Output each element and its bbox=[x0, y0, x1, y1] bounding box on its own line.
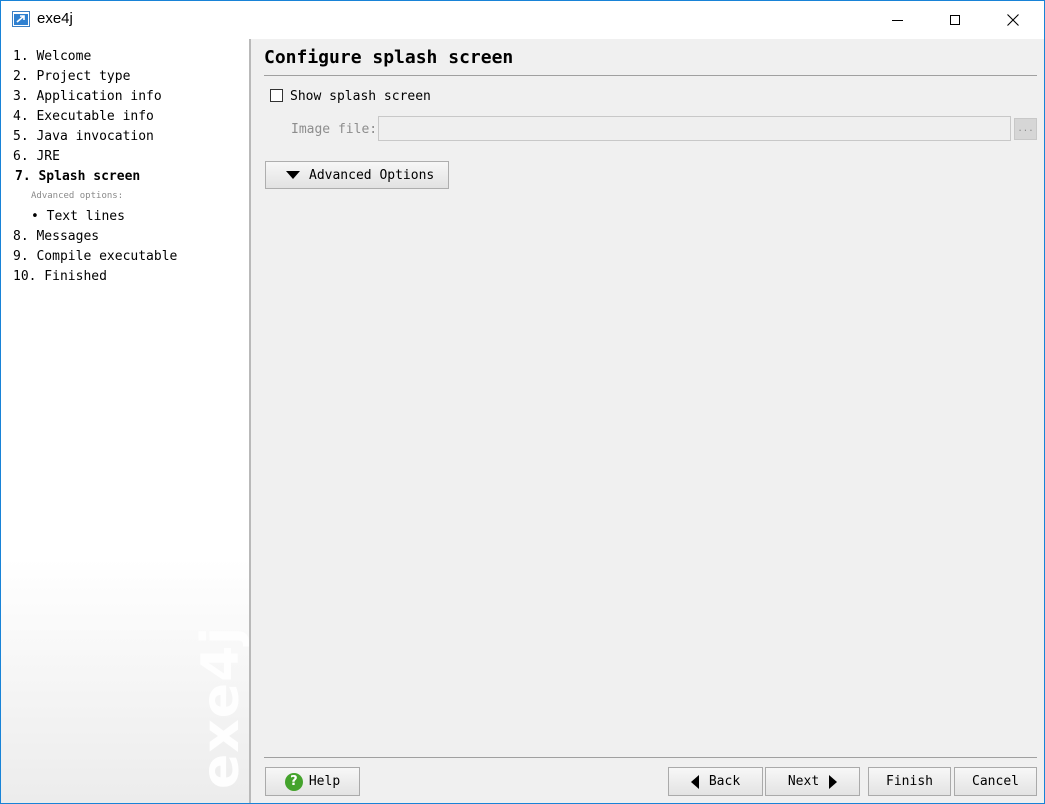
back-label: Back bbox=[708, 774, 741, 789]
question-mark-icon: ? bbox=[284, 772, 303, 791]
step-splash-screen[interactable]: 7. Splash screen bbox=[15, 169, 140, 185]
title-divider bbox=[264, 75, 1037, 76]
step-finished[interactable]: 10. Finished bbox=[13, 269, 107, 285]
maximize-button[interactable] bbox=[932, 1, 978, 39]
step-executable-info[interactable]: 4. Executable info bbox=[13, 109, 154, 125]
sub-step-text-lines[interactable]: • Text lines bbox=[31, 209, 125, 224]
advanced-options-label: Advanced Options bbox=[309, 167, 435, 183]
step-application-info[interactable]: 3. Application info bbox=[13, 89, 162, 105]
arrow-left-icon bbox=[690, 774, 699, 789]
exe4j-window: exe4j 1. Welcome 2. Project type 3. Appl… bbox=[0, 0, 1045, 804]
advanced-options-heading: Advanced options: bbox=[31, 191, 124, 201]
cancel-button[interactable]: Cancel bbox=[954, 767, 1037, 796]
help-button[interactable]: ? Help bbox=[265, 767, 360, 796]
wizard-steps-sidebar: 1. Welcome 2. Project type 3. Applicatio… bbox=[1, 39, 251, 803]
step-jre[interactable]: 6. JRE bbox=[13, 149, 60, 165]
main-panel: Configure splash screen Show splash scre… bbox=[251, 39, 1044, 803]
maximize-icon bbox=[950, 15, 960, 25]
help-label: Help bbox=[308, 774, 341, 789]
step-welcome[interactable]: 1. Welcome bbox=[13, 49, 91, 65]
arrow-right-icon bbox=[829, 774, 838, 789]
show-splash-checkbox[interactable] bbox=[270, 89, 283, 102]
page-title: Configure splash screen bbox=[264, 47, 514, 68]
finish-button[interactable]: Finish bbox=[868, 767, 951, 796]
close-icon bbox=[1007, 14, 1019, 26]
minimize-button[interactable] bbox=[874, 1, 920, 39]
footer-divider bbox=[264, 757, 1037, 758]
app-icon bbox=[12, 11, 30, 27]
show-splash-label[interactable]: Show splash screen bbox=[290, 89, 431, 104]
step-compile-executable[interactable]: 9. Compile executable bbox=[13, 249, 177, 265]
next-label: Next bbox=[787, 774, 820, 789]
step-messages[interactable]: 8. Messages bbox=[13, 229, 99, 245]
step-java-invocation[interactable]: 5. Java invocation bbox=[13, 129, 154, 145]
triangle-down-icon bbox=[286, 171, 300, 179]
title-bar: exe4j bbox=[1, 1, 1044, 39]
next-button[interactable]: Next bbox=[765, 767, 860, 796]
image-file-label: Image file: bbox=[291, 122, 378, 137]
minimize-icon bbox=[891, 19, 903, 21]
exe4j-watermark: exe4j bbox=[191, 625, 251, 789]
browse-button[interactable]: ... bbox=[1014, 118, 1037, 140]
image-file-field[interactable] bbox=[378, 116, 1011, 141]
advanced-options-button[interactable]: Advanced Options bbox=[265, 161, 449, 189]
back-button[interactable]: Back bbox=[668, 767, 763, 796]
step-project-type[interactable]: 2. Project type bbox=[13, 69, 130, 85]
window-title: exe4j bbox=[37, 10, 73, 27]
close-button[interactable] bbox=[990, 1, 1036, 39]
